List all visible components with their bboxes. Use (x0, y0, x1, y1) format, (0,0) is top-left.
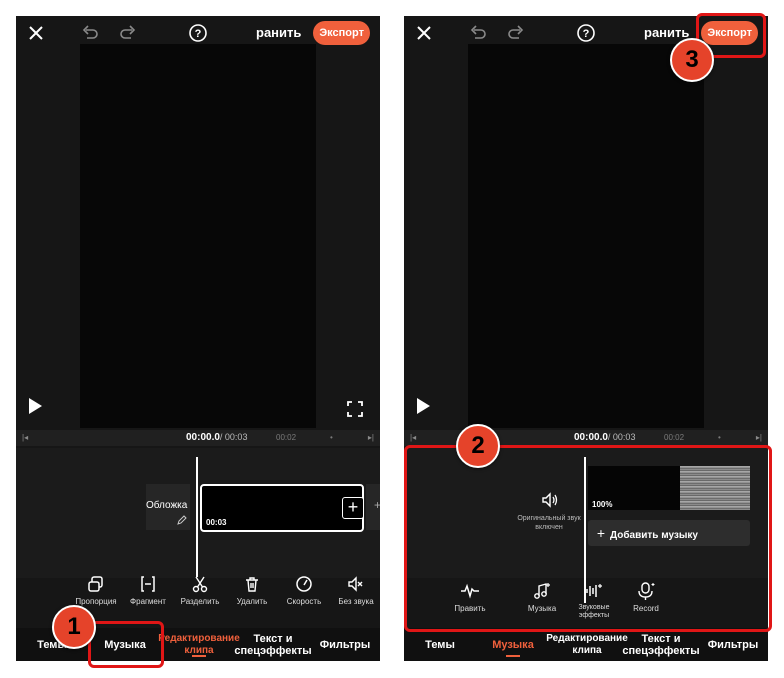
tab-text-effects[interactable]: Текст и спецэффекты (234, 628, 311, 661)
help-icon[interactable]: ? (188, 23, 208, 43)
export-button[interactable]: Экспорт (313, 21, 370, 45)
tool-mute[interactable]: Без звука (332, 575, 380, 606)
skip-start-icon[interactable]: |◂ (22, 433, 28, 442)
redo-icon[interactable] (506, 23, 526, 43)
active-tab-indicator (506, 655, 520, 657)
step-badge-3: 3 (670, 38, 714, 82)
time-mark: 00:02 (276, 433, 297, 442)
active-tab-indicator (192, 655, 206, 657)
project-title: ранить (256, 25, 302, 40)
tab-filters[interactable]: Фильтры (310, 628, 380, 661)
aspect-ratio-icon (88, 576, 103, 592)
tool-trim[interactable]: Фрагмент (124, 575, 172, 606)
total-time: / 00:03 (219, 432, 248, 442)
timeline: Обложка 00:03 + + (16, 448, 380, 578)
phone-screen-left: ? ранить Экспорт |◂ 00:00.0/ 00:03 00:02… (16, 16, 380, 661)
tool-label: Скорость (286, 597, 322, 606)
highlight-music-tab (88, 621, 164, 668)
video-preview (80, 44, 316, 428)
svg-text:?: ? (195, 28, 202, 40)
tab-text-effects[interactable]: Текст и спецэффекты (622, 628, 699, 661)
tool-speed[interactable]: Скорость (280, 575, 328, 606)
video-clip[interactable]: 00:03 (200, 484, 364, 532)
play-icon[interactable] (414, 396, 432, 416)
help-icon[interactable]: ? (576, 23, 596, 43)
total-time: / 00:03 (607, 432, 636, 442)
play-icon[interactable] (26, 396, 44, 416)
tab-themes[interactable]: Темы (404, 628, 476, 661)
trash-icon (246, 577, 258, 592)
time-dot: • (330, 433, 333, 442)
playhead[interactable] (196, 457, 198, 577)
time-mark: 00:02 (664, 433, 685, 442)
skip-end-icon[interactable]: ▸| (368, 433, 374, 442)
current-time: 00:00.0 (574, 432, 608, 443)
project-title: ранить (644, 25, 690, 40)
clip-duration: 00:03 (206, 518, 227, 527)
redo-icon[interactable] (118, 23, 138, 43)
scissors-icon (192, 576, 208, 593)
time-bar: |◂ 00:00.0/ 00:03 00:02 • ▸| (16, 430, 380, 446)
tool-aspect-ratio[interactable]: Пропорция (72, 575, 120, 606)
tool-label: Удалить (236, 597, 268, 606)
cover-label: Обложка (146, 500, 188, 511)
fullscreen-icon[interactable] (346, 400, 364, 418)
svg-text:?: ? (583, 28, 590, 40)
skip-end-icon[interactable]: ▸| (756, 433, 762, 442)
add-slot-icon[interactable]: + (374, 498, 380, 512)
undo-icon[interactable] (80, 23, 100, 43)
tool-delete[interactable]: Удалить (228, 575, 276, 606)
speedometer-icon (296, 576, 312, 592)
tool-label: Пропорция (75, 597, 117, 606)
trim-icon (141, 576, 155, 592)
undo-icon[interactable] (468, 23, 488, 43)
close-icon[interactable] (26, 23, 46, 43)
time-dot: • (718, 433, 721, 442)
current-time: 00:00.0 (186, 432, 220, 443)
skip-start-icon[interactable]: |◂ (410, 433, 416, 442)
tool-label: Без звука (338, 597, 374, 606)
tab-filters[interactable]: Фильтры (698, 628, 768, 661)
step-badge-2: 2 (456, 424, 500, 468)
add-clip-button[interactable]: + (342, 497, 364, 519)
bottom-tabs: Темы Музыка Редактирование клипа Текст и… (404, 628, 768, 661)
highlight-audio-panel (404, 445, 772, 632)
tool-split[interactable]: Разделить (176, 575, 224, 606)
tab-clip-edit[interactable]: Редактирование клипа (546, 628, 627, 661)
close-icon[interactable] (414, 23, 434, 43)
pen-icon[interactable] (176, 514, 188, 526)
tool-label: Фрагмент (130, 597, 166, 606)
mute-icon (348, 576, 363, 592)
video-preview (468, 44, 704, 428)
step-badge-1: 1 (52, 605, 96, 649)
tool-label: Разделить (180, 597, 220, 606)
